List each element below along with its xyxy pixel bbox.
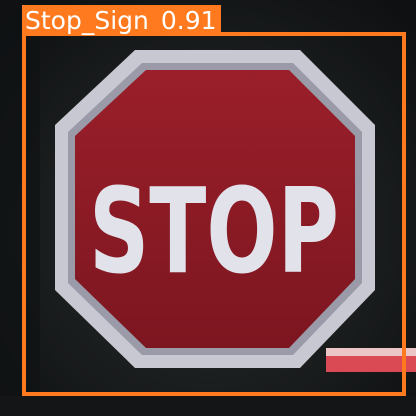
detection-confidence: 0.91	[160, 6, 217, 35]
detection-class-name: Stop_Sign	[25, 6, 149, 35]
ground-dark	[0, 396, 416, 416]
detection-label: Stop_Sign 0.91	[22, 5, 221, 36]
detection-bounding-box	[22, 32, 406, 396]
